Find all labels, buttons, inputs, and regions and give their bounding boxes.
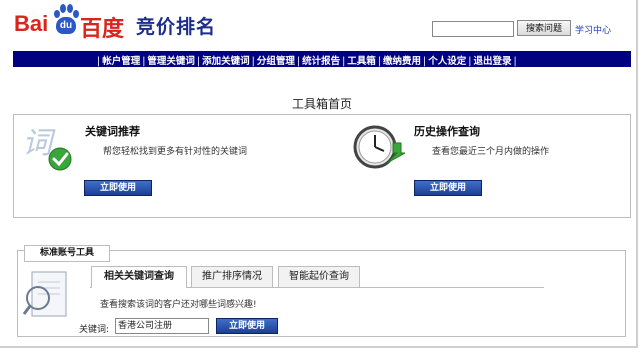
page-title: 工具箱首页 bbox=[291, 97, 352, 111]
baidu-paw-icon: du bbox=[52, 4, 80, 36]
tool-keyword-desc: 帮您轻松找到更多有针对性的关键词 bbox=[103, 147, 248, 157]
main-nav: | 帐户管理 | 管理关键词 | 添加关键词 | 分组管理 | 统计报告 | 工具箱 | 缴纳费用 | 个人设… bbox=[13, 51, 631, 67]
tool-history-use-button[interactable]: 立即使用 bbox=[414, 180, 482, 196]
tab-ranking[interactable]: 推广排序情况 bbox=[191, 266, 273, 287]
standard-tools-title: 标准账号工具 bbox=[24, 245, 110, 262]
nav-item-reports[interactable]: 统计报告 bbox=[302, 56, 340, 67]
tool-keyword-title: 关键词推荐 bbox=[85, 125, 140, 138]
tool-keyword-use-button[interactable]: 立即使用 bbox=[84, 180, 152, 196]
keyword-input[interactable]: 香港公司注册 bbox=[115, 318, 209, 334]
nav-item-payment[interactable]: 缴纳费用 bbox=[383, 56, 421, 67]
search-input[interactable] bbox=[432, 21, 514, 37]
logo-baidu-cn: 百度 bbox=[80, 16, 125, 41]
nav-item-settings[interactable]: 个人设定 bbox=[428, 56, 466, 67]
search-button[interactable]: 搜索问题 bbox=[517, 20, 571, 36]
clock-icon bbox=[353, 125, 405, 169]
nav-item-logout[interactable]: 退出登录 bbox=[473, 56, 511, 67]
logo-bai-text: Bai bbox=[14, 11, 49, 36]
tab-smart-bid[interactable]: 智能起价查询 bbox=[278, 266, 360, 287]
tab-related-keywords[interactable]: 相关关键词查询 bbox=[91, 266, 187, 288]
standard-tools-use-button[interactable]: 立即使用 bbox=[216, 318, 278, 334]
nav-items: | 帐户管理 | 管理关键词 | 添加关键词 | 分组管理 | 统计报告 | 工具箱 | 缴纳费用 | 个人设… bbox=[97, 56, 517, 67]
nav-item-account[interactable]: 帐户管理 bbox=[102, 56, 140, 67]
logo-du-text: du bbox=[56, 17, 76, 34]
magnifier-document-icon bbox=[22, 271, 67, 317]
learn-center-link[interactable]: 学习中心 bbox=[575, 23, 611, 36]
standard-tools-desc: 查看搜索该词的客户还对哪些词感兴趣! bbox=[100, 300, 257, 310]
tool-history-title: 历史操作查询 bbox=[414, 125, 480, 138]
nav-item-toolbox[interactable]: 工具箱 bbox=[347, 56, 376, 67]
baidu-logo[interactable]: Bai du 百度 竞价排名 bbox=[14, 3, 215, 41]
tool-history-desc: 查看您最近三个月内做的操作 bbox=[432, 147, 550, 157]
keyword-label: 关键词: bbox=[79, 325, 110, 335]
nav-item-add-keywords[interactable]: 添加关键词 bbox=[202, 56, 250, 67]
nav-item-manage-keywords[interactable]: 管理关键词 bbox=[147, 56, 195, 67]
product-name: 竞价排名 bbox=[136, 16, 217, 38]
nav-item-groups[interactable]: 分组管理 bbox=[257, 56, 295, 67]
keyword-check-icon: 词 bbox=[22, 126, 72, 171]
